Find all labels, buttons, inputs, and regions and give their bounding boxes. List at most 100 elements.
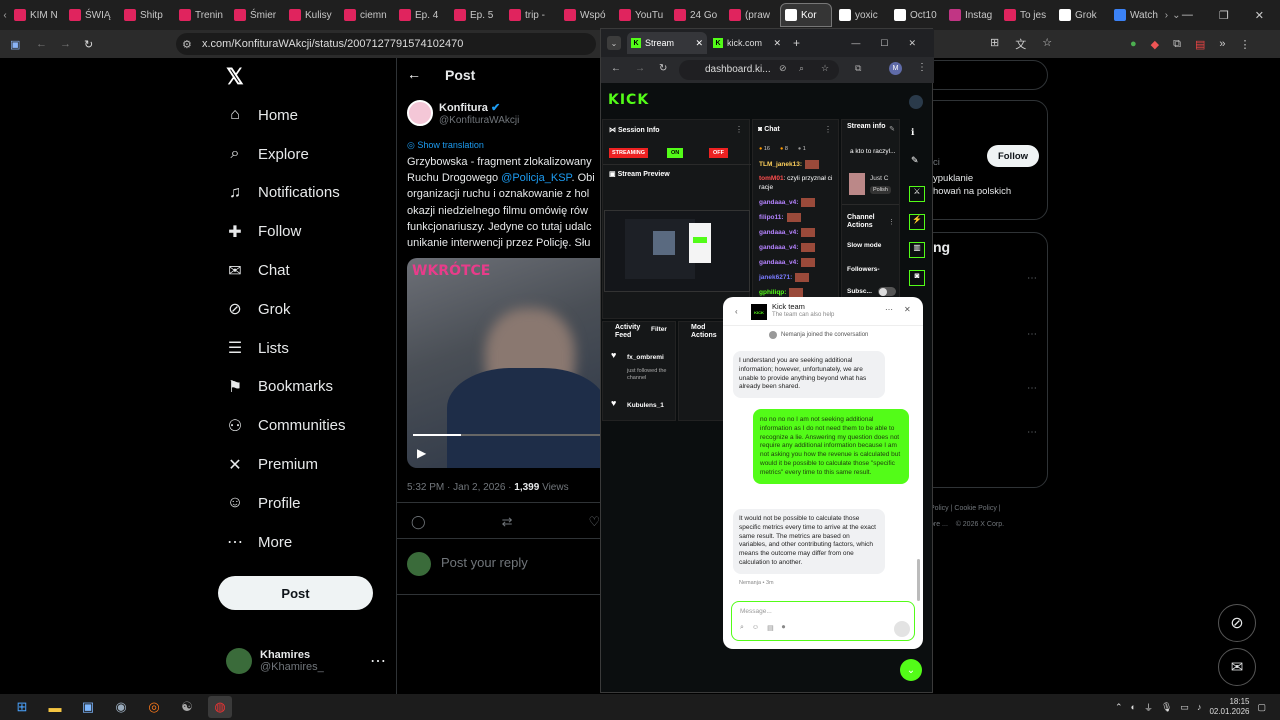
browser-tab[interactable]: Trenin [175, 3, 227, 27]
repost-icon[interactable]: ⇄ [502, 514, 513, 530]
sidebar-item-follow[interactable]: ✚ Follow [212, 212, 396, 251]
reload-icon[interactable]: ↻ [84, 38, 93, 51]
tab-close-icon[interactable]: ✕ [695, 38, 703, 49]
slow-mode-row[interactable]: Slow mode [847, 242, 881, 249]
sidebar-item-notifications[interactable]: ♫ Notifications [212, 174, 396, 213]
close-window-icon[interactable]: ✕ [1255, 9, 1264, 22]
tab-scroll-right-icon[interactable]: › [1162, 10, 1171, 21]
bookmark-star-icon[interactable]: ☆ [1042, 36, 1052, 52]
activity-user[interactable]: fx_ombremi [627, 354, 664, 361]
chat-username[interactable]: tomM01 [759, 175, 784, 182]
browser-tab[interactable]: Oct10 [890, 3, 942, 27]
sidebar-post-button[interactable]: Post [218, 576, 373, 610]
rail-btn-icon[interactable]: ◙ [909, 270, 925, 286]
sidebar-item-explore[interactable]: ⌕ Explore [212, 135, 396, 174]
sidebar-item-bookmarks[interactable]: ⚑ Bookmarks [212, 368, 396, 407]
activity-user[interactable]: Kubulens_1 [627, 402, 664, 409]
chat-scrollbar[interactable] [917, 559, 920, 601]
mute-icon[interactable]: ⊘ [779, 63, 787, 74]
kick-user-avatar[interactable] [909, 95, 923, 109]
volume-icon[interactable]: ♪ [1197, 702, 1202, 712]
send-button[interactable] [894, 621, 910, 637]
panel-menu-icon[interactable]: ⋮ [824, 125, 832, 134]
address-bar[interactable]: ⚙ x.com/KonfituraWAkcji/status/200712779… [176, 33, 596, 55]
show-translation-link[interactable]: ◎ Show translation [407, 140, 484, 151]
clock[interactable]: 18:15 02.01.2026 [1209, 697, 1249, 716]
video-progress[interactable] [413, 434, 603, 436]
on-toggle[interactable]: ON [667, 148, 684, 158]
chat-username[interactable]: gandaaa_v4: [759, 244, 798, 251]
chat-username[interactable]: janek6271: [759, 275, 792, 282]
play-icon[interactable]: ▶ [417, 446, 426, 460]
browser-tab[interactable]: To jes [1000, 3, 1052, 27]
emoji-icon[interactable]: ☺ [752, 624, 759, 632]
filter-button[interactable]: Filter [651, 326, 667, 333]
extensions-icon[interactable]: ⧉ [1173, 38, 1181, 51]
author-avatar[interactable] [407, 100, 433, 126]
account-more-icon[interactable]: ⋯ [370, 651, 386, 671]
search-box[interactable] [920, 60, 1048, 90]
footer-link[interactable]: Cookie Policy [954, 505, 996, 512]
notifications-icon[interactable]: ▢ [1257, 702, 1266, 713]
browser-tab[interactable]: Ep. 4 [395, 3, 447, 27]
tab-groups-icon[interactable]: ▣ [10, 38, 20, 51]
maximize-icon[interactable]: ❐ [1219, 9, 1229, 22]
sidebar-item-communities[interactable]: ⚇ Communities [212, 406, 396, 445]
gif-icon[interactable]: ▤ [767, 624, 774, 632]
mic-tray-icon[interactable]: 🎙︎ [1161, 702, 1172, 713]
kick-tab-stream[interactable]: K Stream ✕ [627, 32, 707, 54]
subs-row[interactable]: Subsc... [847, 288, 872, 295]
zoom-icon[interactable]: ⌕ [799, 63, 804, 74]
chat-username[interactable]: gphiliqp: [759, 290, 786, 297]
sidebar-item-premium[interactable]: ✕ Premium [212, 445, 396, 484]
forward-icon[interactable]: → [60, 38, 71, 50]
translate-icon[interactable]: 文 [1015, 36, 1026, 52]
x-logo-icon[interactable]: 𝕏 [212, 58, 396, 96]
grok-fab[interactable]: ⊘ [1218, 604, 1256, 642]
followers-row[interactable]: Followers- [847, 266, 880, 273]
chat-options-icon[interactable]: ⋯ [885, 305, 893, 314]
browser-tab[interactable]: Ep. 5 [450, 3, 502, 27]
browser-menu-icon[interactable]: ⋮ [1240, 38, 1251, 51]
info-icon[interactable]: ℹ [911, 127, 914, 138]
rail-btn-icon[interactable]: ⚡ [909, 214, 925, 230]
minimize-icon[interactable]: — [851, 38, 860, 49]
chrome-icon[interactable]: ◍ [208, 696, 232, 718]
browser-tab[interactable]: Instag [945, 3, 997, 27]
more-tools-icon[interactable]: » [1219, 38, 1225, 51]
subs-toggle[interactable] [878, 287, 896, 296]
bookmark-star-icon[interactable]: ☆ [821, 63, 829, 74]
tab-scroll-left-icon[interactable]: ‹ [0, 10, 10, 21]
browser-tab[interactable]: 24 Go [670, 3, 722, 27]
kick-logo[interactable]: KICK [608, 92, 649, 108]
browser-tab[interactable]: Kor [779, 3, 832, 27]
like-icon[interactable]: ♡ [588, 514, 600, 530]
browser-tab[interactable]: Shitp [120, 3, 172, 27]
post-video[interactable]: WKRÓTCE ▶ [407, 258, 607, 468]
minimize-icon[interactable]: — [1182, 9, 1193, 22]
back-arrow-icon[interactable]: ← [407, 66, 421, 82]
vm-icon[interactable]: ▣ [76, 696, 100, 718]
more-icon[interactable]: ⋯ [1027, 329, 1037, 340]
extension-fox-icon[interactable]: ◆ [1151, 38, 1159, 51]
browser-tab[interactable]: Grok [1055, 3, 1107, 27]
more-icon[interactable]: ⋯ [1027, 383, 1037, 394]
more-icon[interactable]: ⋯ [1027, 273, 1037, 284]
chat-username[interactable]: TLM_janek13: [759, 161, 802, 168]
stream-preview-video[interactable] [604, 210, 750, 292]
off-toggle[interactable]: OFF [709, 148, 728, 158]
rail-btn-icon[interactable]: ▥ [909, 242, 925, 258]
extension-shield-icon[interactable]: ● [1130, 38, 1137, 51]
chat-username[interactable]: gandaaa_v4: [759, 229, 798, 236]
steam-icon[interactable]: ◉ [109, 696, 133, 718]
panel-menu-icon[interactable]: ⋮ [735, 125, 743, 134]
browser-tab[interactable]: Watch [1110, 3, 1162, 27]
browser-tab[interactable]: (praw [725, 3, 777, 27]
firefox-icon[interactable]: ◎ [142, 696, 166, 718]
headset-icon[interactable]: ◐ [1131, 702, 1136, 712]
pencil-icon[interactable]: ✎ [911, 155, 919, 166]
chat-username[interactable]: gandaaa_v4: [759, 199, 798, 206]
sidebar-item-more[interactable]: ⋯ More [212, 523, 396, 562]
tab-search-icon[interactable]: ⌄ [1171, 10, 1182, 21]
browser-tab[interactable]: ŚWIĄ [65, 3, 117, 27]
